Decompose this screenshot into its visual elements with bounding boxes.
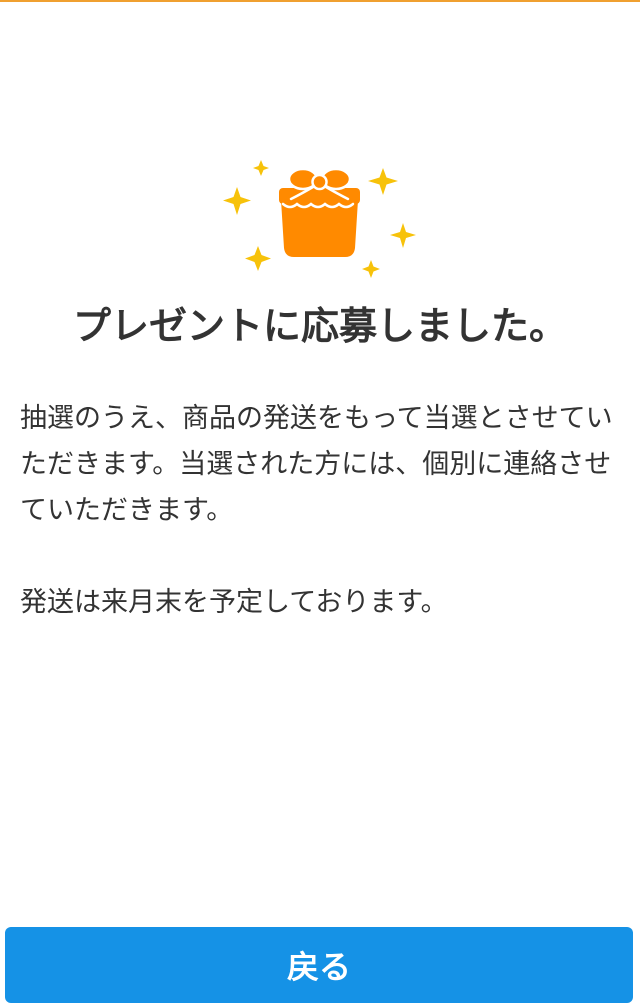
footer: 戻る	[5, 927, 633, 1003]
sparkle-icon	[390, 223, 416, 248]
gift-box-icon	[279, 167, 360, 257]
message-paragraph: 発送は来月末を予定しております。	[20, 587, 448, 618]
sparkle-icon	[362, 260, 380, 278]
sparkle-icon	[253, 160, 269, 176]
page-title: プレゼントに応募しました。	[72, 304, 567, 348]
message-body: 抽選のうえ、商品の発送をもって当選とさせていただきます。当選された方には、個別に…	[20, 396, 624, 626]
sparkle-icon	[245, 246, 271, 271]
back-button[interactable]: 戻る	[5, 927, 633, 1003]
gift-box-with-sparkles-icon	[223, 160, 416, 278]
gift-illustration	[215, 152, 425, 286]
sparkle-icon	[223, 187, 251, 215]
message-paragraph: 抽選のうえ、商品の発送をもって当選とさせていただきます。当選された方には、個別に…	[20, 403, 613, 526]
top-divider	[0, 0, 640, 2]
sparkle-icon	[368, 168, 398, 195]
